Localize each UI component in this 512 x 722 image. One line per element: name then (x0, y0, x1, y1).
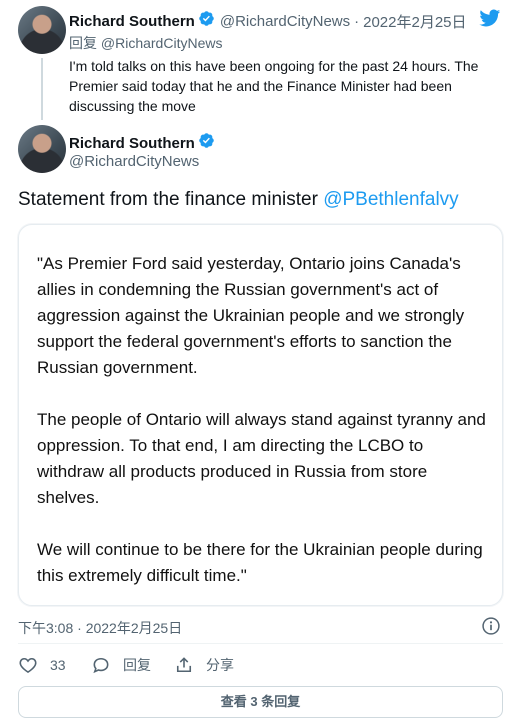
divider (18, 643, 503, 644)
reply-tweet-text: I'm told talks on this have been ongoing… (69, 58, 479, 114)
reply-bubble-icon (93, 657, 109, 674)
main-tweet-text: Statement from the finance minister @PBe… (18, 189, 459, 211)
main-author-row: Richard Southern (69, 132, 215, 154)
verified-badge-icon (198, 10, 215, 32)
view-more-replies-button[interactable]: 查看 3 条回复 (18, 686, 503, 718)
like-count: 33 (50, 657, 66, 673)
twitter-bird-icon[interactable] (477, 7, 502, 34)
thread-connector-line (41, 58, 43, 120)
heart-icon (19, 657, 37, 674)
reply-date[interactable]: 2022年2月25日 (363, 11, 466, 32)
reply-to-handle[interactable]: @RichardCityNews (101, 35, 223, 51)
reply-to-line: 回复 @RichardCityNews (69, 33, 222, 53)
reply-prefix: 回复 (69, 35, 97, 51)
statement-paragraph-3: We will continue to be there for the Ukr… (37, 540, 483, 585)
reply-author-name[interactable]: Richard Southern (69, 13, 195, 30)
share-button[interactable]: 分享 (174, 655, 234, 675)
main-tweet-body: Statement from the finance minister (18, 189, 318, 210)
reply-author-handle[interactable]: @RichardCityNews (220, 13, 350, 30)
statement-image-text: "As Premier Ford said yesterday, Ontario… (37, 251, 489, 615)
main-author-handle[interactable]: @RichardCityNews (69, 153, 199, 170)
mention-link[interactable]: @PBethlenfalvy (323, 189, 458, 210)
statement-paragraph-1: "As Premier Ford said yesterday, Ontario… (37, 254, 465, 377)
reply-button[interactable]: 回复 (91, 655, 151, 675)
verified-badge-icon (198, 132, 215, 154)
main-author-name[interactable]: Richard Southern (69, 135, 195, 152)
main-author-avatar[interactable] (18, 125, 66, 173)
reply-author-avatar[interactable] (18, 6, 66, 54)
meta-separator: · (354, 12, 360, 30)
info-icon[interactable] (481, 616, 501, 641)
statement-paragraph-2: The people of Ontario will always stand … (37, 410, 486, 507)
share-label: 分享 (206, 657, 234, 673)
like-button[interactable]: 33 (18, 655, 66, 675)
share-icon (176, 657, 192, 673)
attached-statement-image[interactable]: "As Premier Ford said yesterday, Ontario… (18, 224, 503, 606)
reply-author-row: Richard Southern @RichardCityNews · 2022… (69, 10, 467, 32)
reply-label: 回复 (123, 657, 151, 673)
tweet-timestamp[interactable]: 下午3:08 · 2022年2月25日 (18, 618, 182, 638)
